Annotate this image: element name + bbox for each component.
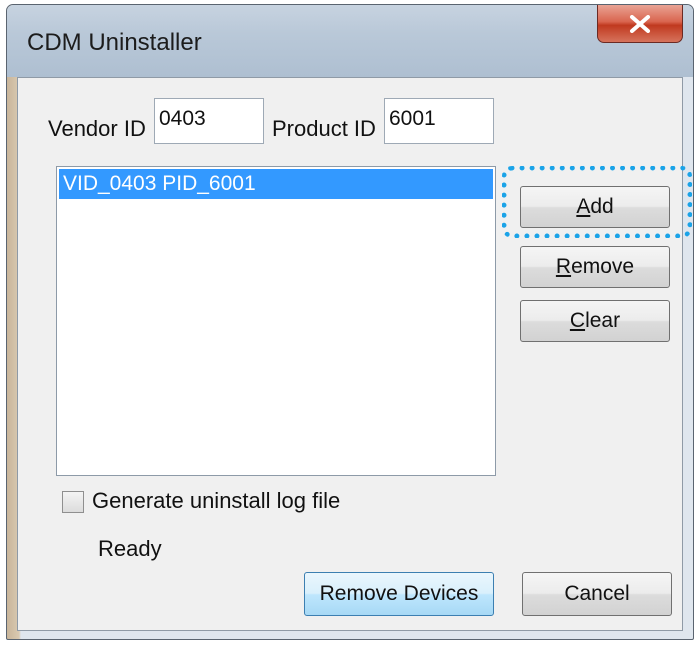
status-text: Ready: [98, 536, 162, 561]
device-list[interactable]: VID_0403 PID_6001: [56, 166, 496, 476]
product-id-label: Product ID: [272, 116, 376, 141]
add-label-rest: dd: [590, 195, 614, 218]
remove-label-rest: emove: [571, 255, 635, 278]
close-button[interactable]: [597, 5, 683, 43]
vendor-id-field[interactable]: 0403: [154, 98, 264, 144]
add-mnemonic: A: [576, 195, 591, 218]
product-id-field[interactable]: 6001: [384, 98, 494, 144]
list-item[interactable]: VID_0403 PID_6001: [59, 169, 493, 199]
vendor-id-label: Vendor ID: [48, 116, 146, 141]
title-bar: CDM Uninstaller: [7, 5, 693, 77]
generate-log-label: Generate uninstall log file: [92, 488, 341, 513]
add-button[interactable]: Add: [520, 186, 670, 228]
window-title: CDM Uninstaller: [27, 29, 202, 56]
remove-devices-button[interactable]: Remove Devices: [304, 572, 494, 616]
generate-log-checkbox[interactable]: [62, 491, 84, 513]
cdm-uninstaller-window: CDM Uninstaller Vendor ID 0403 Product I…: [6, 4, 694, 640]
remove-mnemonic: R: [555, 255, 572, 278]
dialog-body: Vendor ID 0403 Product ID 6001 VID_0403 …: [17, 77, 692, 631]
cancel-button[interactable]: Cancel: [522, 572, 672, 616]
clear-label-rest: lear: [585, 309, 621, 332]
clear-button[interactable]: Clear: [520, 300, 670, 342]
remove-button[interactable]: Remove: [520, 246, 670, 288]
close-icon: [629, 14, 651, 33]
clear-mnemonic: C: [569, 309, 586, 332]
